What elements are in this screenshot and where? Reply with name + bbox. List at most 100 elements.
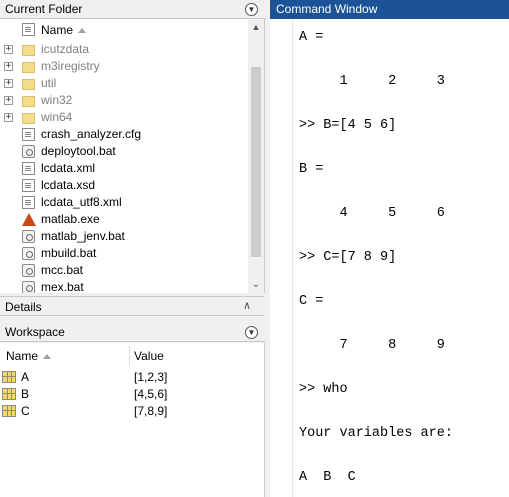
file-name: lcdata_utf8.xml <box>41 195 122 209</box>
file-name: win64 <box>41 110 73 124</box>
file-name: crash_analyzer.cfg <box>41 127 142 141</box>
folder-icon <box>22 96 35 107</box>
file-list-item[interactable]: + m3iregistry <box>0 58 248 75</box>
folder-icon <box>22 45 35 56</box>
batch-file-icon <box>22 230 35 243</box>
file-name: deploytool.bat <box>41 144 116 158</box>
scroll-up-icon[interactable]: ▲ <box>248 19 264 35</box>
command-output-line: >> C=[7 8 9] <box>299 250 397 265</box>
current-folder-scrollbar[interactable]: ▲ ⌄ <box>248 19 264 293</box>
file-name: matlab_jenv.bat <box>41 229 125 243</box>
command-output-line: A = <box>299 30 324 45</box>
sort-ascending-icon <box>78 28 87 34</box>
file-name: mex.bat <box>41 280 84 293</box>
scroll-down-icon[interactable]: ⌄ <box>248 277 264 293</box>
command-output-line: >> who <box>299 382 348 397</box>
chevron-down-icon: ▼ <box>247 327 256 337</box>
command-output-line: C = <box>299 294 324 309</box>
variable-name: A <box>21 370 30 384</box>
variable-value: [7,8,9] <box>134 404 168 418</box>
command-output-line: 7 8 9 <box>299 338 445 353</box>
command-window-body[interactable]: A = 1 2 3 >> B=[4 5 6] B = 4 5 6 >> C=[7 8 … <box>270 19 509 497</box>
file-name: lcdata.xsd <box>41 178 96 192</box>
workspace-variable-row[interactable]: A [1,2,3] <box>0 369 262 386</box>
folder-icon <box>22 79 35 90</box>
workspace-panel-title: Workspace <box>0 323 266 342</box>
batch-file-icon <box>22 247 35 260</box>
batch-file-icon <box>22 264 35 277</box>
file-list-item[interactable]: + icutzdata <box>0 41 248 58</box>
file-name: mbuild.bat <box>41 246 97 260</box>
file-list-item[interactable]: + util <box>0 75 248 92</box>
gutter-divider <box>292 19 293 497</box>
current-folder-column-header[interactable]: Name <box>0 19 248 41</box>
command-output-line: A B C <box>299 470 356 485</box>
variable-icon <box>2 371 16 383</box>
command-output-line: 1 2 3 <box>299 74 445 89</box>
workspace-name-header[interactable]: Name <box>6 346 52 366</box>
file-list-item[interactable]: + win64 <box>0 109 248 126</box>
file-list-item[interactable]: + win32 <box>0 92 248 109</box>
variable-name: B <box>21 387 30 401</box>
matlab-icon <box>22 213 36 226</box>
command-output-line: 4 5 6 <box>299 206 445 221</box>
file-list-item[interactable]: lcdata.xml <box>0 160 248 177</box>
workspace-variable-row[interactable]: C [7,8,9] <box>0 403 262 420</box>
expand-folder-icon[interactable]: + <box>4 79 13 88</box>
scroll-thumb[interactable] <box>251 67 261 257</box>
current-folder-title: Current Folder <box>5 2 83 16</box>
variable-name: C <box>21 404 30 418</box>
workspace-actions-button[interactable]: ▼ <box>245 326 258 339</box>
folder-icon <box>22 62 35 73</box>
file-name: m3iregistry <box>41 59 100 73</box>
command-window-title-bar: Command Window <box>270 0 509 19</box>
variable-value: [4,5,6] <box>134 387 168 401</box>
file-name: win32 <box>41 93 73 107</box>
variable-icon <box>2 388 16 400</box>
expand-folder-icon[interactable]: + <box>4 96 13 105</box>
workspace-variable-row[interactable]: B [4,5,6] <box>0 386 262 403</box>
command-output-line: Your variables are: <box>299 426 453 441</box>
file-list-item[interactable]: lcdata.xsd <box>0 177 248 194</box>
command-window-title: Command Window <box>276 2 378 16</box>
current-folder-panel-title: Current Folder <box>0 0 266 19</box>
workspace-value-header[interactable]: Value <box>134 346 164 366</box>
file-icon <box>22 196 35 209</box>
file-list-item[interactable]: matlab.exe <box>0 211 248 228</box>
file-list-item[interactable]: mcc.bat <box>0 262 248 279</box>
details-panel-header[interactable]: Details <box>0 296 264 316</box>
column-divider[interactable] <box>129 346 130 366</box>
expand-folder-icon[interactable]: + <box>4 45 13 54</box>
command-output-line: >> B=[4 5 6] <box>299 118 397 133</box>
current-folder-actions-button[interactable]: ▼ <box>245 3 258 16</box>
file-name: util <box>41 76 57 90</box>
workspace-value-column-label: Value <box>134 349 164 363</box>
current-folder-file-list: Name + icutzdata + m3iregistry + util + win32 + w… <box>0 19 265 293</box>
command-output-line: B = <box>299 162 324 177</box>
workspace-name-column-label: Name <box>6 349 39 363</box>
file-name: lcdata.xml <box>41 161 96 175</box>
file-list-item[interactable]: deploytool.bat <box>0 143 248 160</box>
batch-file-icon <box>22 145 35 158</box>
workspace-table: Name Value A [1,2,3] B [4,5,6] C [7,8,9] <box>0 343 265 497</box>
expand-folder-icon[interactable]: + <box>4 62 13 71</box>
file-icon <box>22 162 35 175</box>
file-icon <box>22 179 35 192</box>
workspace-title: Workspace <box>5 325 65 339</box>
file-name: icutzdata <box>41 42 90 56</box>
file-name: matlab.exe <box>41 212 100 226</box>
file-icon <box>22 128 35 141</box>
sort-ascending-icon <box>43 354 52 360</box>
file-list-item[interactable]: mex.bat <box>0 279 248 293</box>
file-list-item[interactable]: matlab_jenv.bat <box>0 228 248 245</box>
batch-file-icon <box>22 281 35 293</box>
name-column-label: Name <box>41 23 74 37</box>
file-list-item[interactable]: mbuild.bat <box>0 245 248 262</box>
variable-value: [1,2,3] <box>134 370 168 384</box>
file-list-item[interactable]: crash_analyzer.cfg <box>0 126 248 143</box>
chevron-up-icon[interactable]: ∧ <box>243 299 251 312</box>
expand-folder-icon[interactable]: + <box>4 113 13 122</box>
file-name: mcc.bat <box>41 263 84 277</box>
file-list-item[interactable]: lcdata_utf8.xml <box>0 194 248 211</box>
variable-icon <box>2 405 16 417</box>
